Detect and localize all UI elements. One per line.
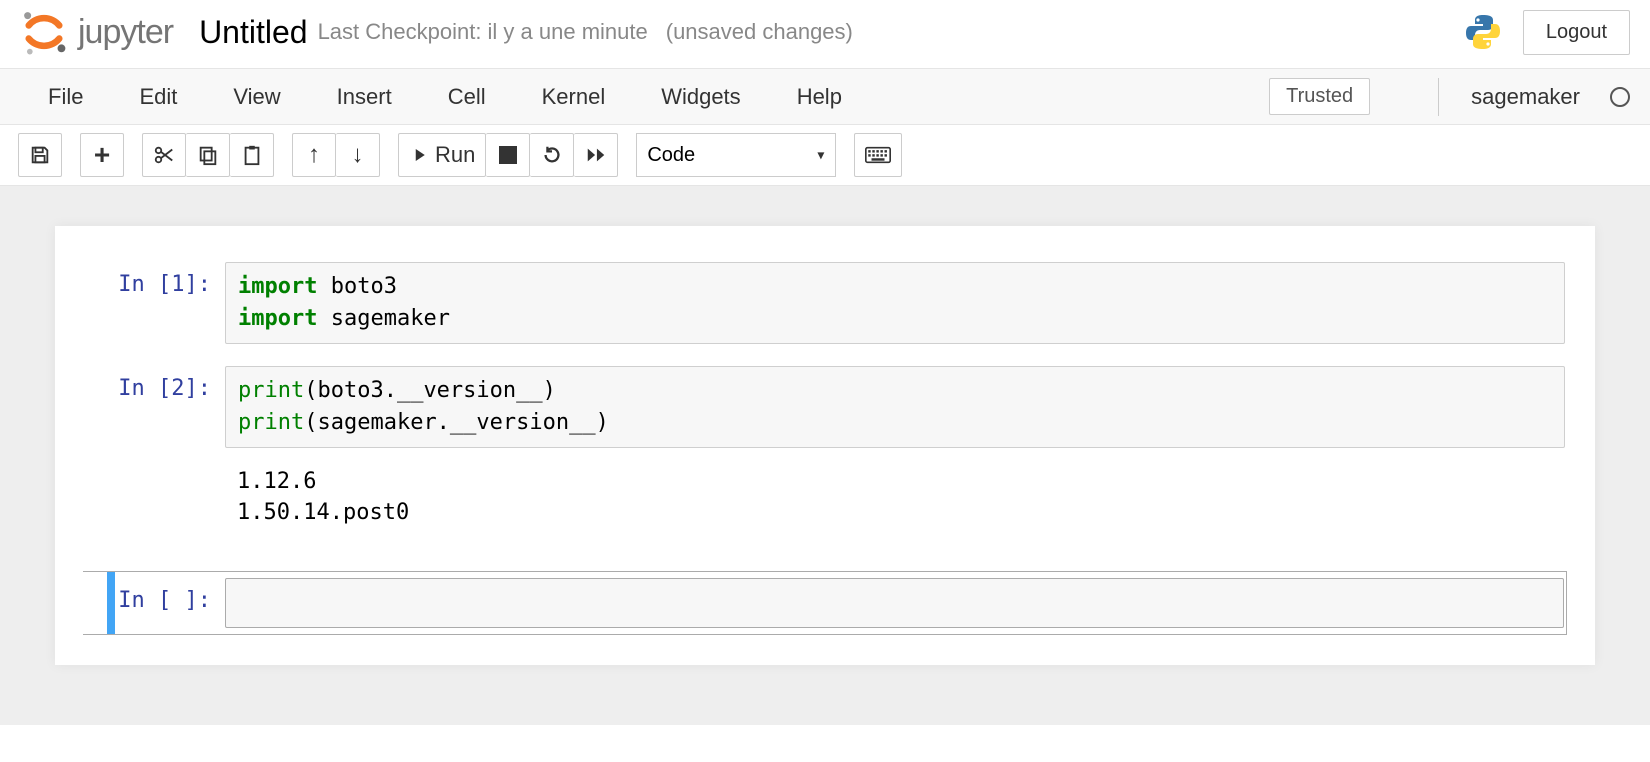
menu-cell[interactable]: Cell (420, 72, 514, 122)
paste-button[interactable] (230, 133, 274, 177)
scissors-icon (153, 144, 175, 166)
notebook[interactable]: In [1]:import boto3 import sagemakerIn [… (55, 226, 1595, 665)
interrupt-button[interactable] (486, 133, 530, 177)
input-prompt: In [ ]: (85, 578, 225, 613)
fast-forward-icon (585, 144, 607, 166)
code-cell[interactable]: In [ ]: (83, 571, 1567, 635)
code-cell[interactable]: In [1]:import boto3 import sagemaker (55, 256, 1595, 350)
menu-file[interactable]: File (20, 72, 111, 122)
save-button[interactable] (18, 133, 62, 177)
input-prompt: In [1]: (85, 262, 225, 297)
menu-view[interactable]: View (205, 72, 308, 122)
kernel-status-icon[interactable] (1610, 87, 1630, 107)
menubar-separator (1438, 78, 1439, 116)
header: jupyter Untitled Last Checkpoint: il y a… (0, 0, 1650, 69)
unsaved-text: (unsaved changes) (666, 19, 853, 45)
jupyter-icon (20, 8, 68, 56)
python-icon (1463, 12, 1503, 52)
run-icon (409, 146, 427, 164)
cell-selection-bar (107, 572, 115, 634)
notebook-container: In [1]:import boto3 import sagemakerIn [… (0, 186, 1650, 725)
paste-icon (241, 144, 263, 166)
copy-button[interactable] (186, 133, 230, 177)
input-prompt: In [2]: (85, 366, 225, 401)
copy-icon (197, 144, 219, 166)
menu-widgets[interactable]: Widgets (633, 72, 768, 122)
keyboard-icon (865, 146, 891, 164)
jupyter-brand-text: jupyter (78, 13, 173, 52)
menubar: FileEditViewInsertCellKernelWidgetsHelp … (0, 69, 1650, 125)
logout-button[interactable]: Logout (1523, 10, 1630, 55)
restart-button[interactable] (530, 133, 574, 177)
restart-icon (541, 144, 563, 166)
move-up-button[interactable]: ↑ (292, 133, 336, 177)
cell-type-select[interactable]: Code (636, 133, 836, 177)
stop-icon (499, 146, 517, 164)
command-palette-button[interactable] (854, 133, 902, 177)
restart-run-all-button[interactable] (574, 133, 618, 177)
move-down-button[interactable]: ↓ (336, 133, 380, 177)
jupyter-logo[interactable]: jupyter (20, 8, 173, 56)
cut-button[interactable] (142, 133, 186, 177)
trusted-button[interactable]: Trusted (1269, 78, 1370, 115)
menu-edit[interactable]: Edit (111, 72, 205, 122)
menu-kernel[interactable]: Kernel (514, 72, 634, 122)
plus-icon: + (94, 139, 110, 171)
menu-insert[interactable]: Insert (309, 72, 420, 122)
menu-help[interactable]: Help (769, 72, 870, 122)
code-input[interactable]: import boto3 import sagemaker (225, 262, 1565, 344)
add-cell-button[interactable]: + (80, 133, 124, 177)
cell-type-select-wrap[interactable]: Code (636, 133, 836, 177)
checkpoint-text: Last Checkpoint: il y a une minute (318, 19, 648, 45)
code-input[interactable] (225, 578, 1564, 628)
run-button[interactable]: Run (398, 133, 486, 177)
arrow-up-icon: ↑ (308, 141, 320, 169)
code-cell[interactable]: In [2]:print(boto3.__version__) print(sa… (55, 360, 1595, 454)
run-label: Run (435, 142, 475, 168)
arrow-down-icon: ↓ (352, 141, 364, 169)
code-input[interactable]: print(boto3.__version__) print(sagemaker… (225, 366, 1565, 448)
output-text: 1.12.6 1.50.14.post0 (225, 460, 421, 536)
save-icon (29, 144, 51, 166)
kernel-name[interactable]: sagemaker (1471, 84, 1580, 110)
notebook-name[interactable]: Untitled (199, 14, 308, 51)
toolbar: + ↑ ↓ Run (0, 125, 1650, 186)
cell-output: x1.12.6 1.50.14.post0 (55, 454, 1595, 554)
